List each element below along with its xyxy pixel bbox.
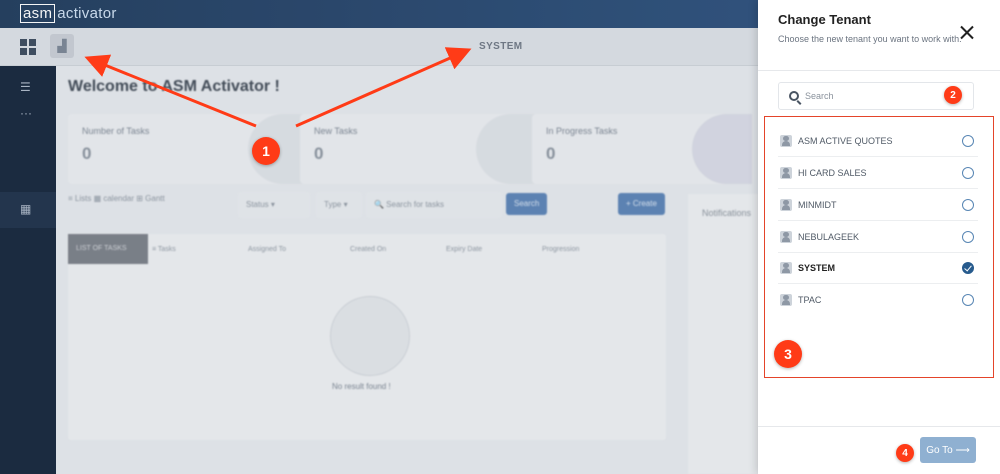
panel-title: Change Tenant xyxy=(778,12,871,27)
go-to-button[interactable]: Go To ⟶ xyxy=(920,437,976,463)
annotation-badge-4: 4 xyxy=(896,444,914,462)
search-icon xyxy=(789,91,799,101)
panel-description: Choose the new tenant you want to work w… xyxy=(778,34,962,44)
annotation-badge-1: 1 xyxy=(252,137,280,165)
divider xyxy=(758,70,1000,71)
tenant-search-input[interactable] xyxy=(805,87,945,105)
close-icon[interactable] xyxy=(958,24,976,42)
tenant-list-highlight xyxy=(764,116,994,378)
modal-backdrop[interactable] xyxy=(0,0,758,474)
annotation-badge-3: 3 xyxy=(774,340,802,368)
annotation-badge-2: 2 xyxy=(944,86,962,104)
divider xyxy=(758,426,1000,427)
